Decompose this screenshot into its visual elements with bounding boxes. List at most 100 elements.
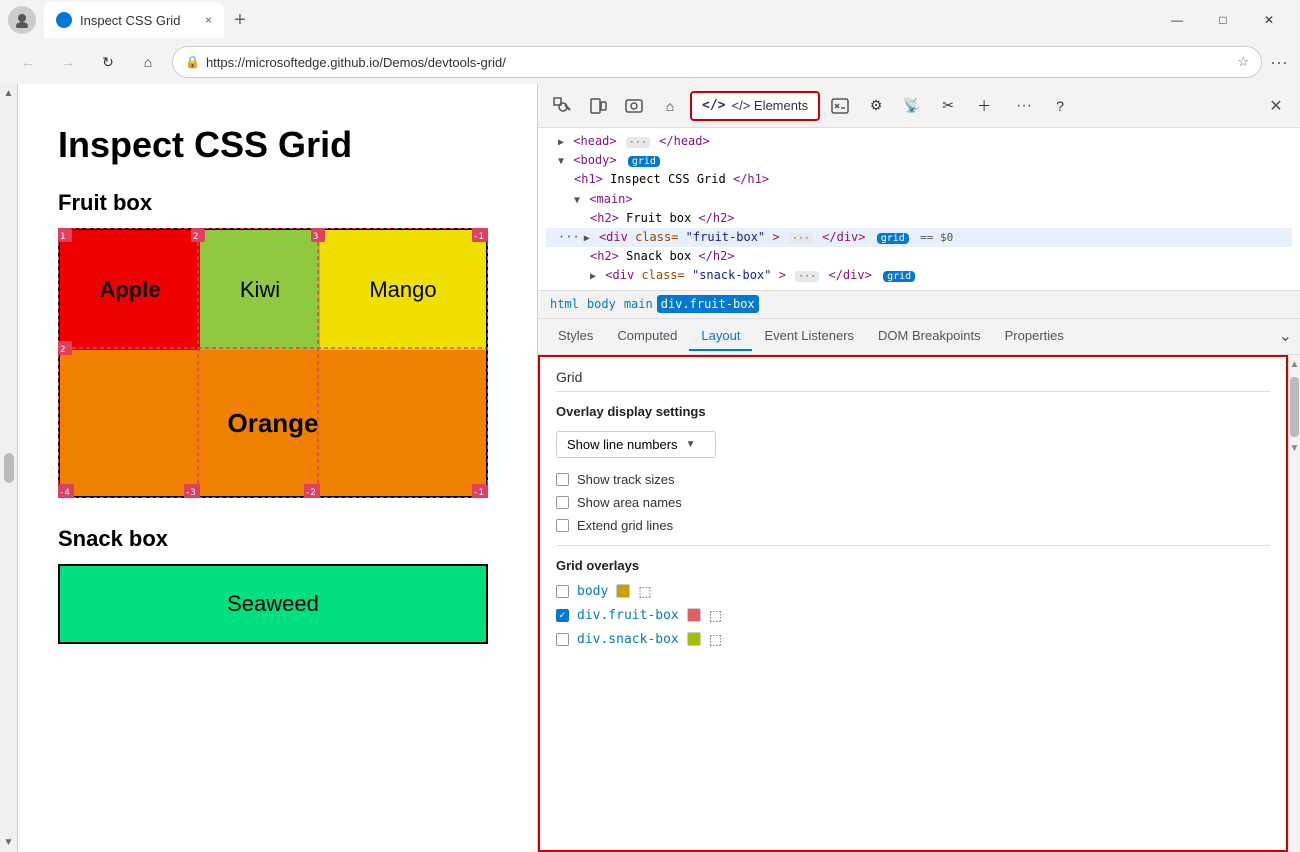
dom-line-body[interactable]: ▼ <body> grid	[546, 151, 1292, 170]
add-tool-button[interactable]: ＋	[968, 90, 1000, 122]
overlay-row-body: body ⬚	[556, 583, 1270, 600]
tab-computed[interactable]: Computed	[605, 322, 689, 351]
devtools-scrollbar[interactable]: ▲ ▼	[1288, 355, 1300, 852]
tab-layout[interactable]: Layout	[689, 322, 752, 351]
address-bar: ← → ↻ ⌂ 🔒 https://microsoftedge.github.i…	[0, 40, 1300, 84]
breadcrumb-main[interactable]: main	[620, 295, 657, 313]
overlay-body-checkbox[interactable]	[556, 585, 569, 598]
tab-properties[interactable]: Properties	[993, 322, 1076, 351]
dt-scroll-down[interactable]: ▼	[1289, 439, 1300, 459]
snack-grid-badge[interactable]: grid	[883, 271, 915, 282]
overlay-snack-box-label: div.snack-box	[577, 632, 679, 647]
maximize-button[interactable]: □	[1200, 4, 1246, 36]
dom-line-h2-fruit[interactable]: <h2> Fruit box </h2>	[546, 209, 1292, 228]
grid-overlays-title: Grid overlays	[556, 558, 1270, 573]
scroll-up-arrow[interactable]: ▲	[0, 84, 17, 103]
dom-line-h2-snack[interactable]: <h2> Snack box </h2>	[546, 247, 1292, 266]
overlay-snack-box-color[interactable]	[687, 632, 701, 646]
help-button[interactable]: ?	[1044, 90, 1076, 122]
show-area-names-checkbox[interactable]	[556, 496, 569, 509]
overlay-fruit-box-checkbox[interactable]	[556, 609, 569, 622]
more-tools-button[interactable]: ···	[1008, 90, 1040, 122]
dt-scroll-thumb[interactable]	[1290, 377, 1299, 437]
edge-icon	[56, 12, 72, 28]
home-button-dt[interactable]: ⌂	[654, 90, 686, 122]
dom-line-h1[interactable]: <h1> Inspect CSS Grid </h1>	[546, 170, 1292, 189]
fruit-grid-container: 1 2 3 4 1 2 3 -4	[58, 228, 488, 498]
tab-dom-breakpoints[interactable]: DOM Breakpoints	[866, 322, 993, 351]
page-content: Inspect CSS Grid Fruit box 1	[18, 84, 538, 852]
divider	[556, 545, 1270, 546]
overlay-body-inspect-icon[interactable]: ⬚	[638, 583, 651, 600]
forward-button[interactable]: →	[52, 46, 84, 78]
back-button[interactable]: ←	[12, 46, 44, 78]
overlay-body-color[interactable]	[616, 584, 630, 598]
breadcrumb-html[interactable]: html	[546, 295, 583, 313]
close-button[interactable]: ✕	[1246, 4, 1292, 36]
overlay-snack-box-checkbox[interactable]	[556, 633, 569, 646]
show-line-numbers-dropdown[interactable]: Show line numbers ▼	[556, 431, 716, 458]
scroll-thumb[interactable]	[4, 453, 14, 483]
performance-button[interactable]: ✂	[932, 90, 964, 122]
tabs-more-button[interactable]: ⌄	[1279, 326, 1292, 346]
browser-window: Inspect CSS Grid × + — □ ✕ ← → ↻ ⌂ 🔒 htt…	[0, 0, 1300, 852]
body-grid-badge[interactable]: grid	[628, 156, 660, 167]
tab-title: Inspect CSS Grid	[80, 13, 180, 28]
close-devtools-button[interactable]: ✕	[1260, 90, 1292, 122]
overlay-fruit-box-inspect-icon[interactable]: ⬚	[709, 607, 722, 624]
console-button[interactable]	[824, 90, 856, 122]
dom-line-main[interactable]: ▼ <main>	[546, 190, 1292, 209]
sources-button[interactable]: ⚙	[860, 90, 892, 122]
devtools-toolbar: ⌂ </> </> Elements ⚙ 📡 ✂ ＋ ··· ? ✕	[538, 84, 1300, 128]
home-button[interactable]: ⌂	[132, 46, 164, 78]
bookmark-icon[interactable]: ☆	[1237, 54, 1249, 70]
apple-cell: Apple	[60, 230, 200, 350]
breadcrumb-body[interactable]: body	[583, 295, 620, 313]
dom-line-snack-box[interactable]: ▶ <div class= "snack-box" > ··· </div> g…	[546, 266, 1292, 285]
window-controls: — □ ✕	[1154, 4, 1292, 36]
tab-styles[interactable]: Styles	[546, 322, 605, 351]
extend-grid-lines-label: Extend grid lines	[577, 518, 673, 533]
refresh-button[interactable]: ↻	[92, 46, 124, 78]
dom-line-fruit-box[interactable]: ··· ▶ <div class= "fruit-box" > ··· </di…	[546, 228, 1292, 247]
dom-line-head[interactable]: ▶ <head> ··· </head>	[546, 132, 1292, 151]
overlay-body-label: body	[577, 584, 608, 599]
minimize-button[interactable]: —	[1154, 4, 1200, 36]
show-area-names-label: Show area names	[577, 495, 682, 510]
tab-close-button[interactable]: ×	[205, 13, 212, 27]
active-tab[interactable]: Inspect CSS Grid ×	[44, 2, 224, 38]
show-track-sizes-checkbox[interactable]	[556, 473, 569, 486]
scroll-down-arrow[interactable]: ▼	[0, 833, 17, 852]
dom-tree: ▶ <head> ··· </head> ▼ <body> grid <	[538, 128, 1300, 291]
elements-label: </> Elements	[731, 98, 808, 113]
breadcrumb-div-fruit-box[interactable]: div.fruit-box	[657, 295, 759, 313]
fruit-box-label: Fruit box	[58, 190, 497, 216]
snack-box-label: Snack box	[58, 526, 497, 552]
overlay-fruit-box-label: div.fruit-box	[577, 608, 679, 623]
inspect-element-button[interactable]	[546, 90, 578, 122]
overlay-snack-box-inspect-icon[interactable]: ⬚	[709, 631, 722, 648]
elements-panel-button[interactable]: </> </> Elements	[690, 91, 820, 121]
dt-scroll-up[interactable]: ▲	[1289, 355, 1300, 375]
dropdown-container: Show line numbers ▼	[556, 431, 1270, 458]
fruit-grid-badge[interactable]: grid	[877, 233, 909, 244]
show-track-sizes-row: Show track sizes	[556, 472, 1270, 487]
overlay-fruit-box-color[interactable]	[687, 608, 701, 622]
overlay-row-snack-box: div.snack-box ⬚	[556, 631, 1270, 648]
extend-grid-lines-row: Extend grid lines	[556, 518, 1270, 533]
overlay-settings-title: Overlay display settings	[556, 404, 1270, 419]
address-input[interactable]: 🔒 https://microsoftedge.github.io/Demos/…	[172, 46, 1262, 78]
browser-more-button[interactable]: ···	[1270, 52, 1288, 73]
elements-icon: </>	[702, 98, 725, 113]
page-title: Inspect CSS Grid	[58, 124, 497, 166]
device-toggle-button[interactable]	[582, 90, 614, 122]
page-scrollbar[interactable]: ▲ ▼	[0, 84, 18, 852]
network-button[interactable]: 📡	[896, 90, 928, 122]
fruit-grid: Apple Kiwi Mango Orange	[58, 228, 488, 498]
profile-icon[interactable]	[8, 6, 36, 34]
new-tab-button[interactable]: +	[224, 4, 256, 36]
extend-grid-lines-checkbox[interactable]	[556, 519, 569, 532]
tab-event-listeners[interactable]: Event Listeners	[752, 322, 866, 351]
layout-panel: Grid Overlay display settings Show line …	[538, 355, 1288, 852]
screenshot-button[interactable]	[618, 90, 650, 122]
